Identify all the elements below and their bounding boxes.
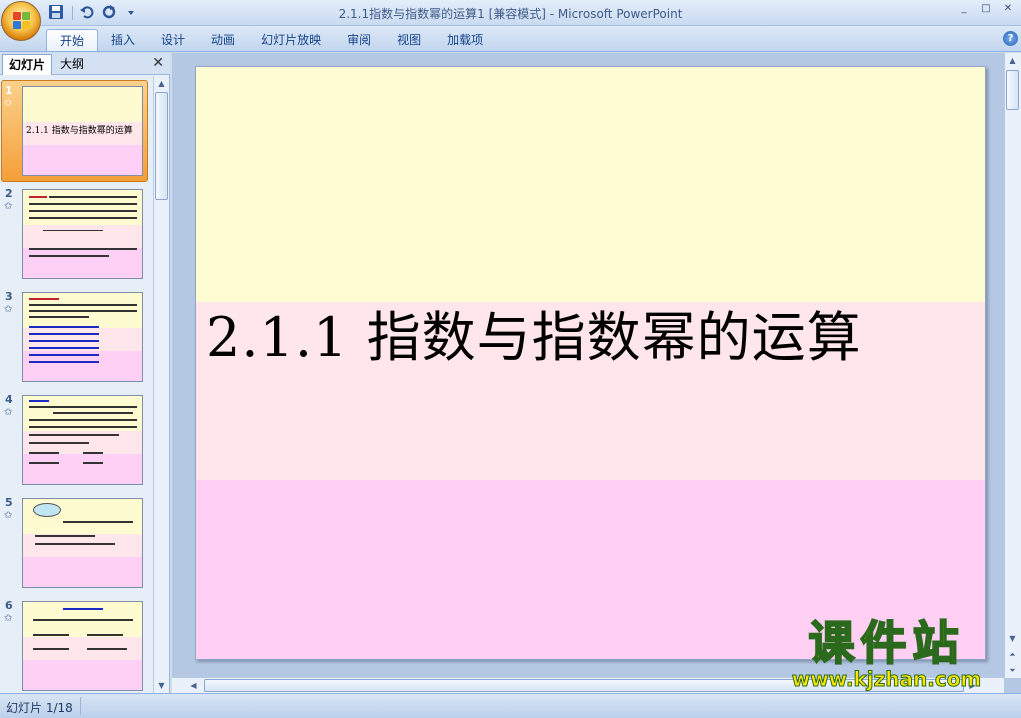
animation-star-icon: ✩ [4, 613, 13, 624]
animation-star-icon: ✩ [4, 98, 13, 109]
tab-addins[interactable]: 加载项 [434, 29, 496, 51]
thumbnail-image [22, 498, 143, 588]
ribbon-tabs: 开始 插入 设计 动画 幻灯片放映 审阅 视图 加载项 [46, 29, 496, 51]
thumbnail-image [22, 292, 143, 382]
thumbnail-slide-1[interactable]: 1 ✩ 2.1.1 指数与指数幂的运算 [0, 80, 152, 182]
animation-star-icon: ✩ [4, 201, 13, 212]
tab-view[interactable]: 视图 [384, 29, 434, 51]
watermark-url: www.kjzhan.com [791, 667, 982, 691]
thumbnail-slide-4[interactable]: 4 ✩ [0, 389, 152, 491]
office-button[interactable] [1, 1, 41, 41]
current-slide[interactable]: 2.1.1 指数与指数幂的运算 [195, 66, 986, 660]
scroll-up-icon[interactable]: ▲ [1005, 53, 1020, 68]
thumbnail-number: 1 [5, 84, 13, 97]
thumbnail-title: 2.1.1 指数与指数幂的运算 [26, 126, 133, 136]
help-button[interactable]: ? [1003, 31, 1018, 46]
office-logo-icon [13, 12, 31, 30]
thumbnail-scrollbar[interactable]: ▲ ▼ [153, 76, 169, 693]
maximize-button[interactable]: □ [975, 2, 997, 16]
animation-star-icon: ✩ [4, 407, 13, 418]
thumbnail-list: 1 ✩ 2.1.1 指数与指数幂的运算 2 ✩ 3 ✩ 4 ✩ 5 ✩ 6 ✩ [0, 76, 152, 693]
tab-insert[interactable]: 插入 [98, 29, 148, 51]
scrollbar-thumb[interactable] [155, 92, 168, 200]
thumbnail-slide-2[interactable]: 2 ✩ [0, 183, 152, 285]
thumbnail-number: 2 [5, 187, 13, 200]
pane-tabs: 幻灯片 大纲 ✕ [0, 53, 170, 75]
callout-bubble [33, 503, 61, 517]
thumbnail-number: 3 [5, 290, 13, 303]
tab-animation[interactable]: 动画 [198, 29, 248, 51]
window-controls: _ □ ✕ [953, 2, 1019, 16]
status-separator [80, 697, 81, 715]
tab-slides[interactable]: 幻灯片 [2, 54, 53, 75]
thumbnail-slide-6[interactable]: 6 ✩ [0, 595, 152, 693]
window-title: 2.1.1指数与指数幂的运算1 [兼容模式] - Microsoft Power… [338, 7, 683, 21]
watermark-logo: 课件站 www.kjzhan.com [764, 616, 1009, 691]
watermark-brand: 课件站 [808, 616, 965, 670]
slide-vertical-scrollbar[interactable]: ▲ ▼ ⏶ ⏷ [1004, 53, 1021, 678]
thumbnail-number: 4 [5, 393, 13, 406]
thumbnail-number: 6 [5, 599, 13, 612]
scroll-left-icon[interactable]: ◀ [186, 678, 201, 693]
thumbnail-image [22, 601, 143, 691]
scrollbar-thumb[interactable] [1006, 70, 1019, 110]
minimize-button[interactable]: _ [953, 2, 975, 16]
slides-pane: 幻灯片 大纲 ✕ 1 ✩ 2.1.1 指数与指数幂的运算 2 ✩ 3 ✩ 4 ✩… [0, 53, 170, 693]
pane-close-icon[interactable]: ✕ [152, 55, 164, 71]
tab-design[interactable]: 设计 [148, 29, 198, 51]
tab-slideshow[interactable]: 幻灯片放映 [248, 29, 334, 51]
status-bar: 幻灯片 1/18 [0, 693, 1021, 718]
thumbnail-slide-5[interactable]: 5 ✩ [0, 492, 152, 594]
slide-counter: 幻灯片 1/18 [6, 701, 73, 715]
ribbon-tab-bar: 开始 插入 设计 动画 幻灯片放映 审阅 视图 加载项 ? [0, 26, 1021, 52]
thumbnail-number: 5 [5, 496, 13, 509]
slide-title[interactable]: 2.1.1 指数与指数幂的运算 [206, 293, 862, 372]
tab-home[interactable]: 开始 [46, 29, 99, 51]
animation-star-icon: ✩ [4, 510, 13, 521]
thumbnail-image [22, 189, 143, 279]
thumbnail-image: 2.1.1 指数与指数幂的运算 [22, 86, 143, 176]
tab-review[interactable]: 审阅 [334, 29, 384, 51]
title-bar: 2.1.1指数与指数幂的运算1 [兼容模式] - Microsoft Power… [0, 0, 1021, 26]
tab-outline[interactable]: 大纲 [54, 54, 90, 75]
thumbnail-image [22, 395, 143, 485]
slide-editor: 2.1.1 指数与指数幂的运算 ▲ ▼ ⏶ ⏷ ◀ ▶ [172, 53, 1021, 693]
animation-star-icon: ✩ [4, 304, 13, 315]
thumbnail-slide-3[interactable]: 3 ✩ [0, 286, 152, 388]
close-button[interactable]: ✕ [997, 2, 1019, 16]
scroll-up-icon[interactable]: ▲ [154, 76, 169, 91]
scroll-down-icon[interactable]: ▼ [154, 678, 169, 693]
slide-band-top [196, 67, 985, 302]
